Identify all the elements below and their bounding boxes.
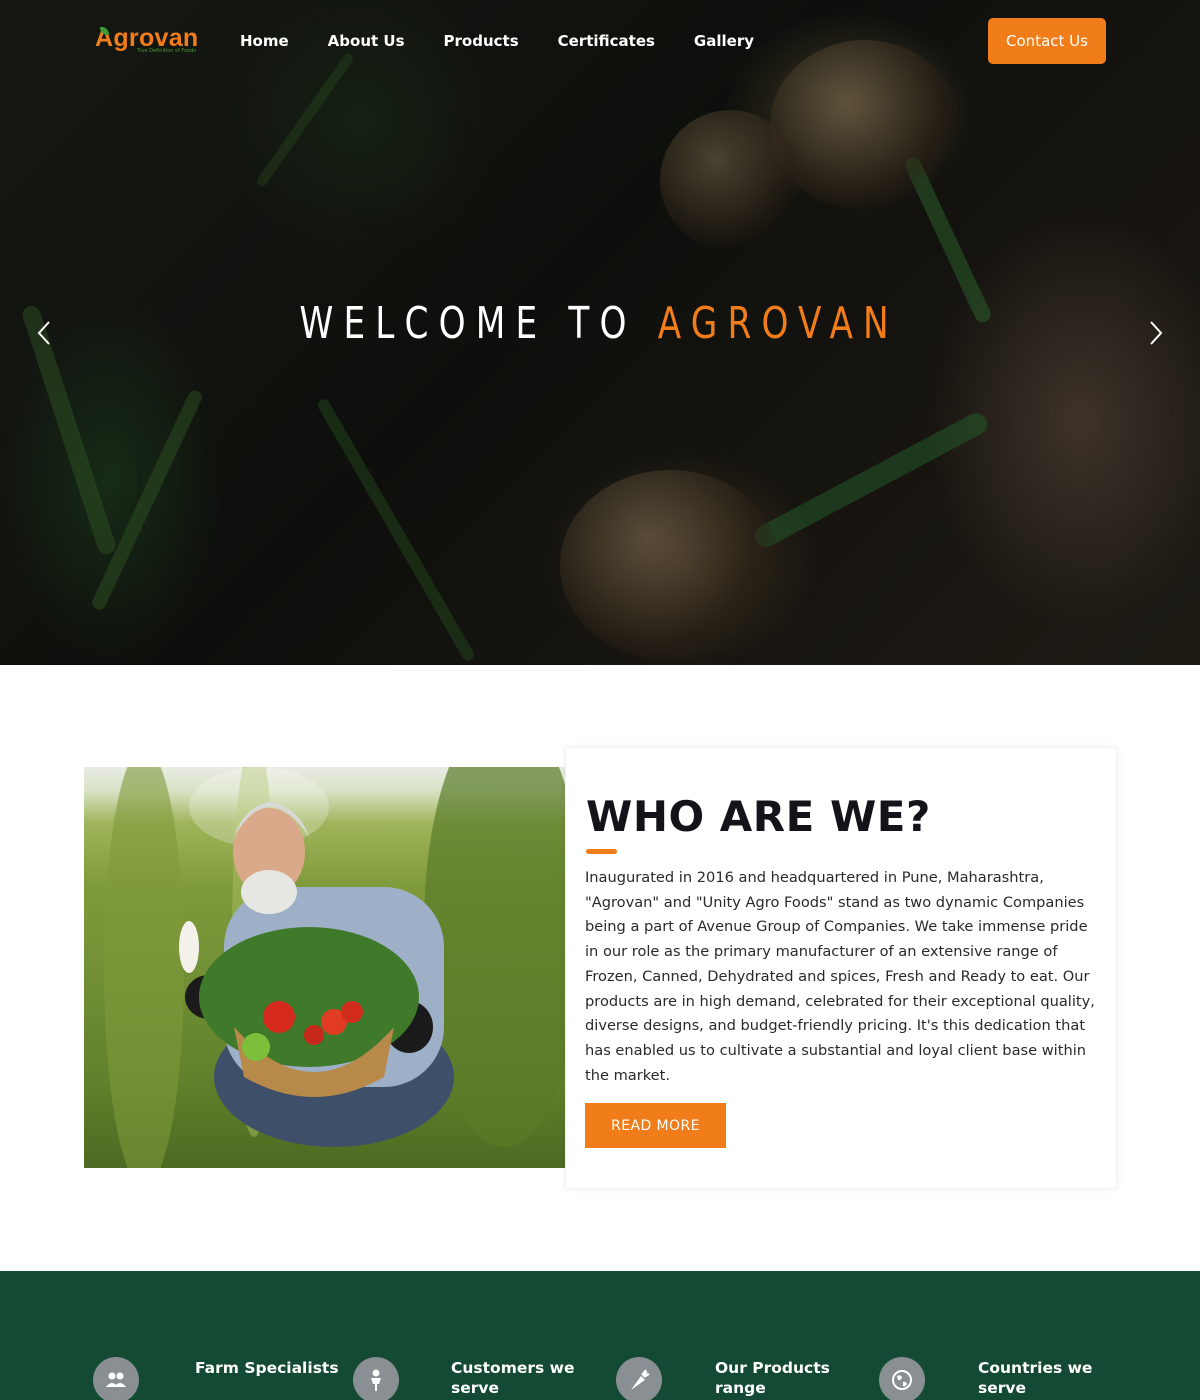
hero-title-highlight: AGROVAN <box>657 298 899 349</box>
stat-products-range: Our Products range <box>715 1359 830 1397</box>
nav-gallery[interactable]: Gallery <box>694 30 754 52</box>
hero-banner: Agrovan True Definition of Foods Home Ab… <box>0 0 1200 665</box>
farmer-illustration <box>104 767 565 1168</box>
stat-customers: Customers we serve <box>451 1359 575 1397</box>
stats-section: Farm Specialists Customers we serve Our … <box>0 1271 1200 1400</box>
brand-tagline: True Definition of Foods <box>137 48 197 54</box>
about-description: Inaugurated in 2016 and headquartered in… <box>585 869 1095 1084</box>
nav-home[interactable]: Home <box>240 30 289 52</box>
chevron-left-icon <box>37 321 50 345</box>
slider-prev-button[interactable] <box>30 318 60 348</box>
stat-countries: Countries we serve <box>978 1359 1093 1397</box>
nav-certificates[interactable]: Certificates <box>558 30 655 52</box>
nav-about-us[interactable]: About Us <box>328 30 405 52</box>
slider-next-button[interactable] <box>1140 318 1170 348</box>
brand-logo[interactable]: Agrovan True Definition of Foods <box>95 24 205 58</box>
group-icon <box>93 1357 139 1400</box>
read-more-button[interactable]: READ MORE <box>585 1103 726 1148</box>
carrot-icon <box>616 1357 662 1400</box>
person-icon <box>353 1357 399 1400</box>
contact-us-button[interactable]: Contact Us <box>988 18 1106 64</box>
about-title: WHO ARE WE? <box>586 792 931 841</box>
top-navigation: Agrovan True Definition of Foods Home Ab… <box>0 0 1200 82</box>
farmer-photo <box>84 767 565 1168</box>
globe-icon <box>879 1357 925 1400</box>
stat-farm-specialists: Farm Specialists <box>195 1359 339 1377</box>
hero-title: WELCOME TO AGROVAN <box>131 298 1067 349</box>
hero-title-prefix: WELCOME TO <box>299 298 637 349</box>
main-menu: Home About Us Products Certificates Gall… <box>240 30 793 52</box>
title-underline <box>586 849 617 854</box>
nav-products[interactable]: Products <box>444 30 519 52</box>
chevron-right-icon <box>1150 321 1163 345</box>
who-are-we-card: WHO ARE WE? Inaugurated in 2016 and head… <box>565 747 1117 1189</box>
